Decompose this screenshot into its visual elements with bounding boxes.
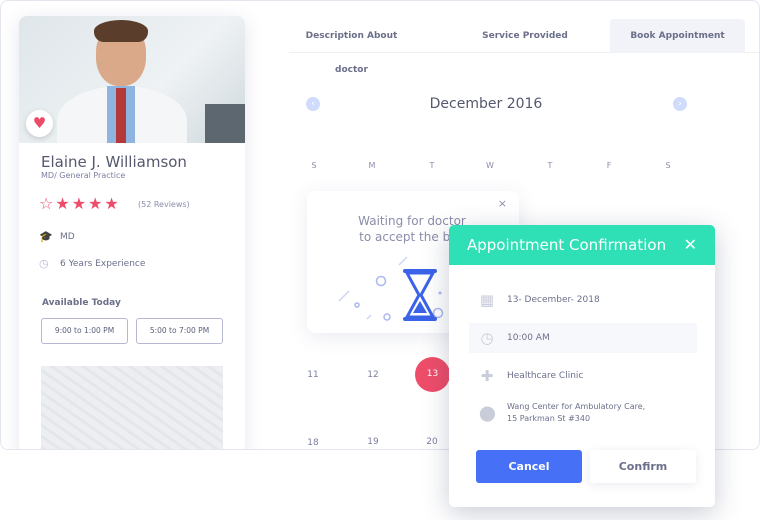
calendar-month: December 2016 (429, 96, 543, 112)
time-slot-button[interactable]: 9:00 to 1:00 PM (41, 318, 128, 344)
tab-book-appointment[interactable]: Book Appointment (610, 19, 745, 53)
calendar-day-selected[interactable]: 13 (415, 357, 450, 392)
calendar-icon: ▦ (479, 291, 495, 309)
weekday-label: W (486, 161, 494, 170)
appointment-time: 10:00 AM (507, 333, 550, 343)
address-line: Wang Center for Ambulatory Care, (507, 402, 646, 411)
experience-label: 6 Years Experience (60, 258, 146, 269)
star-rating: ☆★★★★ (39, 194, 121, 213)
clinic-row: ✚ Healthcare Clinic (469, 367, 697, 385)
clinic-name: Healthcare Clinic (507, 371, 584, 381)
prev-month-button[interactable]: ‹ (306, 97, 320, 111)
modal-title: Appointment Confirmation (467, 236, 667, 254)
appointment-date: 13- December- 2018 (507, 295, 600, 305)
next-month-button[interactable]: › (673, 97, 687, 111)
modal-header: Appointment Confirmation ✕ (449, 225, 715, 265)
degree-info: 🎓 MD (39, 230, 75, 243)
star-empty-icon: ☆ (39, 194, 56, 213)
location-pin-icon: ⬤ (479, 404, 496, 422)
doctor-photo: ♥ (19, 16, 245, 143)
date-row: ▦ 13- December- 2018 (469, 291, 697, 309)
doctor-name: Elaine J. Williamson (41, 153, 187, 171)
available-today-label: Available Today (42, 298, 121, 308)
address: Wang Center for Ambulatory Care, 15 Parkm… (507, 401, 645, 425)
medical-cross-icon: ✚ (480, 367, 494, 385)
star-filled-icon: ★★★★ (55, 194, 121, 213)
tab-description[interactable]: Description About doctor (289, 19, 414, 75)
address-line: 15 Parkman St #340 (507, 414, 591, 423)
weekday-label: M (368, 161, 376, 170)
calendar-day[interactable]: 20 (417, 437, 447, 447)
clock-icon: ◷ (480, 329, 494, 347)
weekday-label: S (311, 161, 317, 170)
cancel-button[interactable]: Cancel (476, 450, 582, 483)
weekday-label: F (606, 161, 612, 170)
location-map[interactable] (41, 366, 223, 449)
doctor-specialty: MD/ General Practice (41, 171, 126, 180)
reviews-count[interactable]: (52 Reviews) (138, 200, 190, 209)
appointment-confirmation-modal: Appointment Confirmation ✕ ▦ 13- December… (449, 225, 715, 507)
address-row: ⬤ Wang Center for Ambulatory Care, 15 Park… (469, 401, 697, 425)
weekday-label: S (665, 161, 671, 170)
time-slot-button[interactable]: 5:00 to 7:00 PM (136, 318, 223, 344)
clock-icon: ◷ (39, 257, 49, 270)
weekday-label: T (547, 161, 553, 170)
time-row: ◷ 10:00 AM (469, 323, 697, 353)
tab-bar: Description About doctor Service Provide… (289, 19, 759, 75)
graduation-cap-icon: 🎓 (39, 230, 53, 243)
close-icon[interactable]: ✕ (684, 225, 697, 265)
calendar-day[interactable]: 12 (358, 370, 388, 380)
weekday-label: T (429, 161, 435, 170)
degree-label: MD (60, 231, 75, 242)
calendar-day[interactable]: 18 (298, 438, 328, 448)
experience-info: ◷ 6 Years Experience (39, 257, 145, 270)
tab-services[interactable]: Service Provided (469, 19, 581, 53)
close-icon[interactable]: × (498, 197, 507, 210)
doctor-card: ♥ Elaine J. Williamson MD/ General Pract… (19, 16, 245, 449)
heart-icon[interactable]: ♥ (26, 110, 53, 137)
calendar-day[interactable]: 11 (298, 370, 328, 380)
confirm-button[interactable]: Confirm (590, 450, 696, 483)
calendar-day[interactable]: 19 (358, 437, 388, 447)
